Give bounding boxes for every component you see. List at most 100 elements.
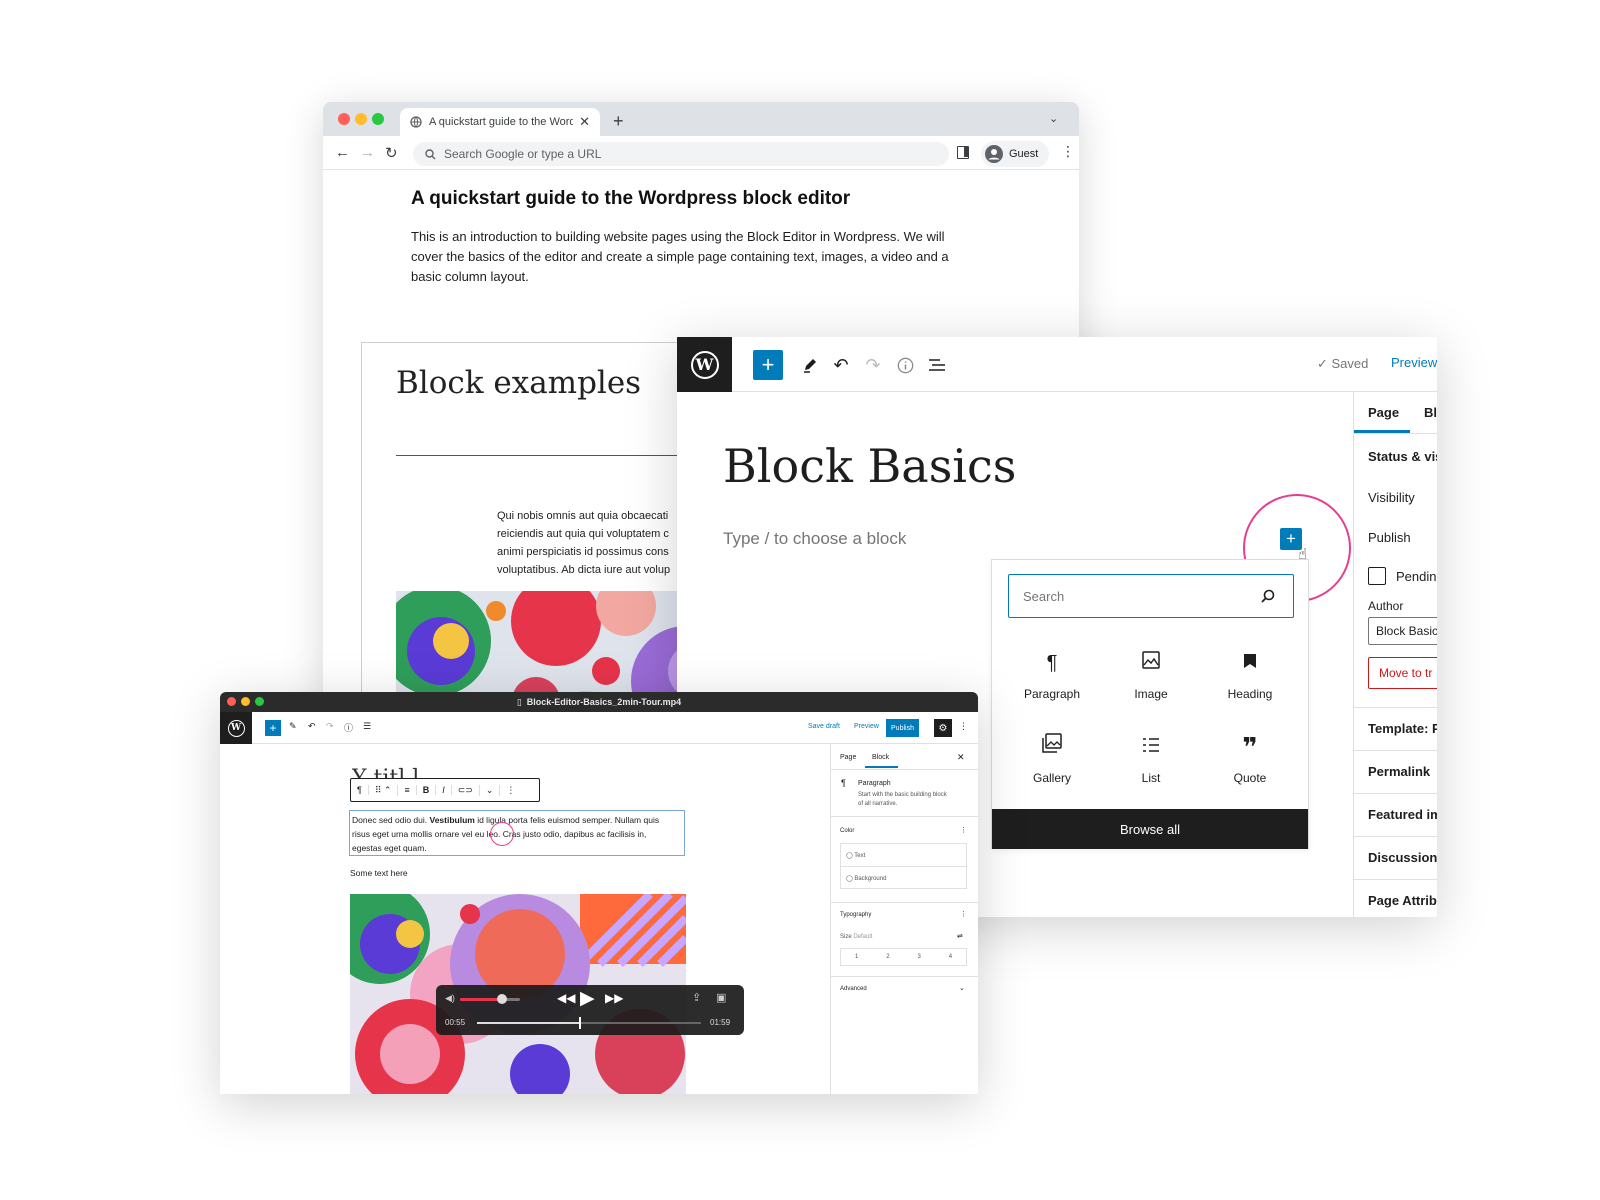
publish-button: Publish	[886, 719, 919, 737]
omnibox[interactable]: Search Google or type a URL	[413, 142, 949, 166]
status-visibility-panel[interactable]: Status & vis	[1368, 449, 1437, 464]
move-to-trash-button[interactable]: Move to tr	[1368, 657, 1437, 689]
forward-icon[interactable]: →	[360, 144, 375, 161]
wordpress-logo-icon: W	[227, 719, 245, 737]
block-list[interactable]: List	[1103, 724, 1199, 794]
volume-slider[interactable]	[460, 998, 520, 1001]
paragraph-icon: ¶	[351, 785, 369, 795]
scrubber-handle[interactable]	[579, 1017, 582, 1029]
pending-checkbox[interactable]	[1368, 567, 1386, 585]
link-icon: ⊂⊃	[452, 784, 480, 796]
share-icon[interactable]: ⇪	[692, 991, 701, 1004]
block-image[interactable]: Image	[1103, 640, 1199, 710]
close-window-button[interactable]	[338, 113, 350, 125]
minimize-window-button[interactable]	[355, 113, 367, 125]
block-paragraph[interactable]: ¶ Paragraph	[1004, 640, 1100, 710]
text-color-label: Text	[854, 853, 866, 859]
chevron-down-icon[interactable]: ⌄	[1049, 112, 1058, 125]
info-icon[interactable]	[893, 353, 917, 377]
divider	[831, 816, 978, 817]
block-gallery[interactable]: Gallery	[1004, 724, 1100, 794]
playback-controls: ◀) ◀◀ ▶ ▶▶ ⇪ ▣ 00:55 01:59	[436, 985, 744, 1035]
paragraph-text: Donec sed odio dui.	[352, 815, 430, 825]
divider	[1354, 750, 1437, 751]
divider	[831, 902, 978, 903]
scrubber-fill	[477, 1022, 581, 1024]
wordpress-logo-icon: W	[690, 350, 719, 379]
tab-page[interactable]: Page	[1368, 405, 1399, 420]
add-block-button[interactable]: +	[753, 350, 783, 380]
maximize-window-button[interactable]	[255, 697, 264, 706]
tab-block[interactable]: Bl	[1424, 405, 1437, 420]
saved-label: Saved	[1331, 356, 1369, 371]
pencil-icon[interactable]	[798, 353, 822, 377]
browser-tab[interactable]: A quickstart guide to the Word ✕	[400, 108, 600, 136]
scrubber-track[interactable]	[477, 1022, 701, 1024]
play-icon[interactable]: ▶	[580, 987, 595, 1010]
size-option: 4	[948, 954, 953, 960]
close-window-button[interactable]	[227, 697, 236, 706]
size-text: Size	[840, 934, 852, 940]
block-heading[interactable]: Heading	[1202, 640, 1298, 710]
page-heading: A quickstart guide to the Wordpress bloc…	[411, 188, 851, 209]
omnibox-placeholder: Search Google or type a URL	[444, 147, 602, 161]
paragraph-line: egestas eget quam.	[352, 843, 427, 853]
wordpress-logo-button[interactable]: W	[677, 337, 732, 392]
undo-icon[interactable]: ↶	[829, 353, 853, 377]
more-options-icon: ⋮	[960, 827, 967, 834]
close-tab-icon[interactable]: ✕	[579, 114, 590, 130]
kebab-menu-icon[interactable]: ⋮	[1061, 143, 1075, 160]
paragraph-line: Donec sed odio dui. Vestibulum id ligula…	[352, 813, 682, 827]
block-search-input[interactable]: Search	[1008, 574, 1294, 618]
check-icon: ✓	[1317, 356, 1332, 371]
page-title[interactable]: Block Basics	[723, 439, 1016, 493]
list-view-icon[interactable]	[925, 353, 949, 377]
divider	[840, 866, 967, 867]
redo-icon[interactable]: ↷	[861, 353, 885, 377]
visibility-label: Visibility	[1368, 490, 1415, 505]
plus-icon: +	[1286, 529, 1296, 548]
heading-icon	[1243, 649, 1257, 677]
video-titlebar: ▯ Block-Editor-Basics_2min-Tour.mp4	[220, 692, 978, 712]
block-quote[interactable]: ❞ Quote	[1202, 724, 1298, 794]
fast-forward-icon[interactable]: ▶▶	[605, 991, 623, 1005]
profile-button[interactable]: Guest	[981, 141, 1049, 167]
preview-button[interactable]: Preview	[1391, 355, 1437, 370]
font-size-picker: 1 2 3 4	[840, 948, 967, 966]
volume-knob[interactable]	[497, 994, 507, 1004]
size-label: Size Default	[840, 934, 872, 940]
new-tab-icon[interactable]: +	[613, 111, 624, 132]
info-icon: ⓘ	[344, 723, 354, 733]
picture-in-picture-icon[interactable]: ▣	[716, 991, 726, 1004]
page-attributes-panel[interactable]: Page Attrib	[1368, 893, 1437, 908]
globe-icon	[410, 116, 422, 128]
reload-icon[interactable]: ↻	[385, 144, 398, 162]
divider	[1354, 879, 1437, 880]
side-panel-icon[interactable]	[957, 146, 969, 159]
permalink-panel[interactable]: Permalink	[1368, 764, 1430, 779]
gallery-icon	[1042, 733, 1062, 761]
background-color-option: ◯ Background	[846, 875, 886, 882]
file-icon: ▯	[516, 696, 522, 707]
guest-label: Guest	[1009, 148, 1039, 160]
undo-icon: ↶	[308, 721, 316, 731]
block-label: Heading	[1227, 687, 1273, 701]
block-label: Paragraph	[1023, 687, 1081, 701]
quote-icon: ❞	[1242, 732, 1258, 762]
align-icon: ≡	[398, 785, 417, 795]
template-panel[interactable]: Template: P	[1368, 721, 1437, 736]
discussion-panel[interactable]: Discussion	[1368, 850, 1437, 865]
volume-fill	[460, 998, 502, 1001]
video-filename: Block-Editor-Basics_2min-Tour.mp4	[526, 697, 682, 707]
rewind-icon[interactable]: ◀◀	[557, 991, 575, 1005]
back-icon[interactable]: ←	[335, 144, 350, 161]
maximize-window-button[interactable]	[372, 113, 384, 125]
author-select[interactable]: Block Basic	[1368, 617, 1437, 645]
minimize-window-button[interactable]	[241, 697, 250, 706]
featured-image-panel[interactable]: Featured im	[1368, 807, 1437, 822]
volume-icon[interactable]: ◀)	[445, 993, 455, 1004]
block-placeholder[interactable]: Type / to choose a block	[723, 529, 906, 549]
text-color-option: ◯ Text	[846, 852, 865, 859]
saved-status: ✓ Saved	[1317, 356, 1368, 372]
browse-all-button[interactable]: Browse all	[992, 809, 1308, 849]
